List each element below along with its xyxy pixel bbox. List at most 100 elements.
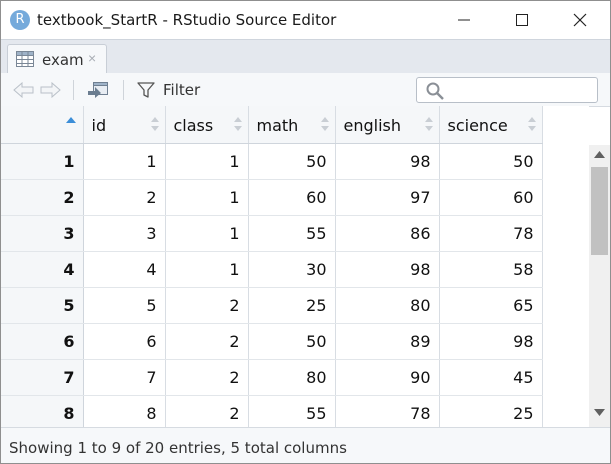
cell-english: 86 xyxy=(335,215,440,252)
data-table: id class math english science 1 1 1 50 9… xyxy=(1,106,543,427)
scroll-down-arrow-icon[interactable] xyxy=(594,409,605,416)
entries-status-text: Showing 1 to 9 of 20 entries, 5 total co… xyxy=(9,439,347,457)
cell-id: 8 xyxy=(83,395,166,427)
table-row[interactable]: 3 3 1 55 86 78 xyxy=(1,215,543,252)
column-header-label: class xyxy=(173,116,214,135)
column-header-label: science xyxy=(447,116,508,135)
cell-math: 50 xyxy=(248,323,336,360)
close-window-button[interactable] xyxy=(557,1,603,39)
tab-strip: exam × xyxy=(1,39,610,75)
cell-science: 50 xyxy=(439,143,543,180)
cell-id: 2 xyxy=(83,179,166,216)
cell-math: 30 xyxy=(248,251,336,288)
cell-science: 60 xyxy=(439,179,543,216)
cell-english: 90 xyxy=(335,359,440,396)
cell-science: 58 xyxy=(439,251,543,288)
row-number: 8 xyxy=(1,395,84,427)
sort-arrows-icon xyxy=(424,117,433,131)
maximize-button[interactable] xyxy=(499,1,545,39)
table-row[interactable]: 5 5 2 25 80 65 xyxy=(1,287,543,324)
cell-math: 55 xyxy=(248,395,336,427)
cell-id: 5 xyxy=(83,287,166,324)
row-number: 7 xyxy=(1,359,84,396)
cell-id: 6 xyxy=(83,323,166,360)
data-grid: id class math english science 1 1 1 50 9… xyxy=(1,106,589,427)
row-number: 6 xyxy=(1,323,84,360)
scrollbar-thumb[interactable] xyxy=(591,167,608,255)
column-header-id[interactable]: id xyxy=(83,106,166,144)
rstudio-logo-icon: R xyxy=(10,10,30,30)
cell-id: 4 xyxy=(83,251,166,288)
tab-close-icon[interactable]: × xyxy=(88,50,96,66)
table-row[interactable]: 6 6 2 50 89 98 xyxy=(1,323,543,360)
cell-math: 60 xyxy=(248,179,336,216)
cell-id: 7 xyxy=(83,359,166,396)
scroll-up-arrow-icon[interactable] xyxy=(594,151,605,158)
cell-class: 2 xyxy=(165,359,249,396)
minimize-icon xyxy=(458,19,470,21)
sort-arrows-icon xyxy=(150,117,159,131)
cell-id: 1 xyxy=(83,143,166,180)
cell-english: 98 xyxy=(335,251,440,288)
maximize-icon xyxy=(516,14,528,26)
sort-arrows-icon xyxy=(527,117,536,131)
toolbar: Filter xyxy=(1,73,610,107)
column-header-science[interactable]: science xyxy=(439,106,543,144)
cell-english: 97 xyxy=(335,179,440,216)
sort-arrows-icon xyxy=(233,117,242,131)
cell-science: 45 xyxy=(439,359,543,396)
source-editor-window: R textbook_StartR - RStudio Source Edito… xyxy=(0,0,611,464)
cell-id: 3 xyxy=(83,215,166,252)
cell-science: 65 xyxy=(439,287,543,324)
cell-english: 80 xyxy=(335,287,440,324)
row-number: 2 xyxy=(1,179,84,216)
table-row[interactable]: 1 1 1 50 98 50 xyxy=(1,143,543,180)
sort-ascending-icon xyxy=(65,117,76,123)
column-header-math[interactable]: math xyxy=(248,106,336,144)
row-number: 5 xyxy=(1,287,84,324)
forward-arrow-icon[interactable] xyxy=(39,82,61,98)
tab-exam[interactable]: exam × xyxy=(7,44,107,75)
cell-math: 50 xyxy=(248,143,336,180)
cell-class: 1 xyxy=(165,215,249,252)
cell-class: 1 xyxy=(165,143,249,180)
column-header-label: english xyxy=(343,116,402,135)
cell-class: 2 xyxy=(165,287,249,324)
search-input[interactable] xyxy=(416,77,598,103)
minimize-button[interactable] xyxy=(441,1,487,39)
column-header-english[interactable]: english xyxy=(335,106,440,144)
status-bar: Showing 1 to 9 of 20 entries, 5 total co… xyxy=(1,427,610,463)
cell-english: 78 xyxy=(335,395,440,427)
row-number: 3 xyxy=(1,215,84,252)
cell-class: 1 xyxy=(165,179,249,216)
table-body: 1 1 1 50 98 50 2 2 1 60 97 60 3 3 1 55 86 78 4 4 1 30 98 58 5 5 2 2… xyxy=(1,143,543,427)
table-row[interactable]: 7 7 2 80 90 45 xyxy=(1,359,543,396)
sort-arrows-icon xyxy=(320,117,329,131)
close-icon xyxy=(573,13,587,27)
window-title: textbook_StartR - RStudio Source Editor xyxy=(37,11,337,29)
toolbar-divider xyxy=(73,80,74,100)
cell-math: 80 xyxy=(248,359,336,396)
header-row: id class math english science xyxy=(1,106,543,144)
title-bar[interactable]: R textbook_StartR - RStudio Source Edito… xyxy=(1,1,610,39)
data-grid-icon xyxy=(16,51,34,67)
cell-science: 25 xyxy=(439,395,543,427)
cell-science: 98 xyxy=(439,323,543,360)
cell-math: 55 xyxy=(248,215,336,252)
row-number: 1 xyxy=(1,143,84,180)
cell-class: 2 xyxy=(165,323,249,360)
cell-english: 89 xyxy=(335,323,440,360)
search-icon xyxy=(426,82,444,100)
table-row[interactable]: 2 2 1 60 97 60 xyxy=(1,179,543,216)
tab-label: exam xyxy=(42,51,84,69)
column-header-label: id xyxy=(91,116,107,135)
table-row[interactable]: 8 8 2 55 78 25 xyxy=(1,395,543,427)
back-arrow-icon[interactable] xyxy=(13,82,35,98)
column-header-class[interactable]: class xyxy=(165,106,249,144)
show-in-new-window-icon[interactable] xyxy=(87,81,109,99)
row-number-header[interactable] xyxy=(1,106,84,144)
table-row[interactable]: 4 4 1 30 98 58 xyxy=(1,251,543,288)
cell-science: 78 xyxy=(439,215,543,252)
vertical-scrollbar[interactable] xyxy=(589,145,610,427)
column-header-label: math xyxy=(256,116,299,135)
